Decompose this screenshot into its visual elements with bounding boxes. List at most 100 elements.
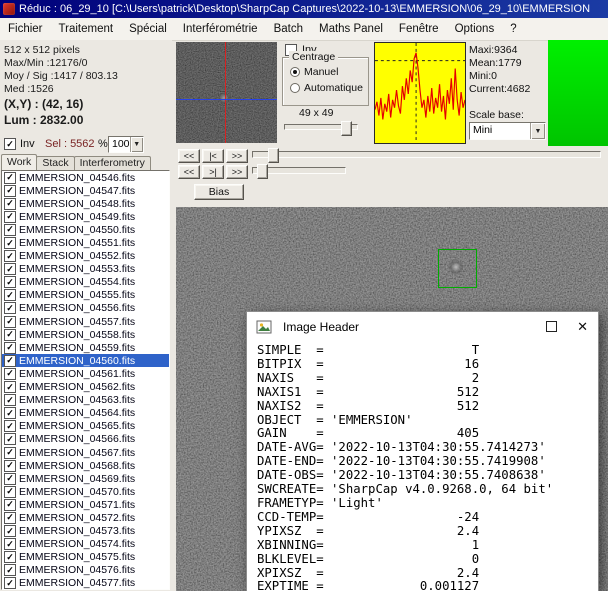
file-checkbox[interactable]: ✓ [4, 407, 16, 419]
scale-base-select[interactable]: Mini ▼ [469, 122, 546, 140]
frame-slider[interactable] [252, 151, 601, 158]
menu-item[interactable]: Traitement [51, 18, 122, 40]
file-row[interactable]: ✓EMMERSION_04572.fits [2, 511, 169, 524]
file-checkbox[interactable]: ✓ [4, 302, 16, 314]
menu-item[interactable]: Fenêtre [391, 18, 447, 40]
nav-button[interactable]: >> [226, 165, 248, 179]
file-checkbox[interactable]: ✓ [4, 525, 16, 537]
maximize-icon[interactable] [546, 321, 557, 332]
menu-item[interactable]: Options [447, 18, 503, 40]
menu-item[interactable]: Maths Panel [311, 18, 391, 40]
nav-button[interactable]: >> [226, 149, 248, 163]
file-row[interactable]: ✓EMMERSION_04571.fits [2, 498, 169, 511]
file-row[interactable]: ✓EMMERSION_04566.fits [2, 433, 169, 446]
file-row[interactable]: ✓EMMERSION_04565.fits [2, 420, 169, 433]
file-checkbox[interactable]: ✓ [4, 538, 16, 550]
dialog-titlebar[interactable]: Image Header ✕ [247, 312, 598, 341]
file-checkbox[interactable]: ✓ [4, 512, 16, 524]
file-checkbox[interactable]: ✓ [4, 394, 16, 406]
file-checkbox[interactable]: ✓ [4, 342, 16, 354]
file-row[interactable]: ✓EMMERSION_04556.fits [2, 302, 169, 315]
file-row[interactable]: ✓EMMERSION_04576.fits [2, 564, 169, 577]
box-size-slider[interactable] [284, 124, 358, 130]
preview-thumbnail[interactable] [176, 42, 277, 143]
secondary-slider[interactable] [252, 167, 346, 174]
file-checkbox[interactable]: ✓ [4, 316, 16, 328]
file-checkbox[interactable]: ✓ [4, 447, 16, 459]
nav-button[interactable]: << [178, 165, 200, 179]
file-row[interactable]: ✓EMMERSION_04562.fits [2, 381, 169, 394]
menu-item[interactable]: Spécial [121, 18, 175, 40]
file-row[interactable]: ✓EMMERSION_04561.fits [2, 367, 169, 380]
secondary-slider-thumb[interactable] [257, 164, 268, 179]
file-row[interactable]: ✓EMMERSION_04558.fits [2, 328, 169, 341]
file-row[interactable]: ✓EMMERSION_04559.fits [2, 341, 169, 354]
menu-item[interactable]: ? [502, 18, 524, 40]
file-row[interactable]: ✓EMMERSION_04551.fits [2, 236, 169, 249]
chevron-down-icon[interactable]: ▼ [130, 137, 143, 152]
file-checkbox[interactable]: ✓ [4, 172, 16, 184]
file-checkbox[interactable]: ✓ [4, 486, 16, 498]
file-row[interactable]: ✓EMMERSION_04552.fits [2, 250, 169, 263]
file-checkbox[interactable]: ✓ [4, 355, 16, 367]
file-checkbox[interactable]: ✓ [4, 250, 16, 262]
file-checkbox[interactable]: ✓ [4, 276, 16, 288]
file-row[interactable]: ✓EMMERSION_04573.fits [2, 525, 169, 538]
file-row[interactable]: ✓EMMERSION_04550.fits [2, 223, 169, 236]
file-row[interactable]: ✓EMMERSION_04563.fits [2, 394, 169, 407]
nav-button[interactable]: << [178, 149, 200, 163]
file-checkbox[interactable]: ✓ [4, 289, 16, 301]
file-checkbox[interactable]: ✓ [4, 211, 16, 223]
file-row[interactable]: ✓EMMERSION_04575.fits [2, 551, 169, 564]
file-checkbox[interactable]: ✓ [4, 198, 16, 210]
file-row[interactable]: ✓EMMERSION_04557.fits [2, 315, 169, 328]
radio-automatic-icon[interactable] [290, 83, 300, 93]
tab-stack[interactable]: Stack [36, 156, 74, 170]
file-row[interactable]: ✓EMMERSION_04577.fits [2, 577, 169, 590]
box-size-slider-thumb[interactable] [341, 121, 352, 136]
file-row[interactable]: ✓EMMERSION_04546.fits [2, 171, 169, 184]
file-checkbox[interactable]: ✓ [4, 577, 16, 589]
zoom-select[interactable]: 100 ▼ [108, 136, 144, 153]
file-checkbox[interactable]: ✓ [4, 433, 16, 445]
nav-button[interactable]: >| [202, 165, 224, 179]
file-checkbox[interactable]: ✓ [4, 551, 16, 563]
file-row[interactable]: ✓EMMERSION_04553.fits [2, 263, 169, 276]
file-row[interactable]: ✓EMMERSION_04555.fits [2, 289, 169, 302]
file-list[interactable]: ✓EMMERSION_04546.fits✓EMMERSION_04547.fi… [1, 170, 170, 590]
file-row[interactable]: ✓EMMERSION_04570.fits [2, 485, 169, 498]
menu-item[interactable]: Batch [266, 18, 311, 40]
file-checkbox[interactable]: ✓ [4, 381, 16, 393]
menu-item[interactable]: Interférométrie [175, 18, 266, 40]
file-checkbox[interactable]: ✓ [4, 329, 16, 341]
frame-slider-thumb[interactable] [268, 148, 279, 163]
file-row[interactable]: ✓EMMERSION_04560.fits [2, 354, 169, 367]
file-checkbox[interactable]: ✓ [4, 263, 16, 275]
file-checkbox[interactable]: ✓ [4, 368, 16, 380]
file-row[interactable]: ✓EMMERSION_04554.fits [2, 276, 169, 289]
file-checkbox[interactable]: ✓ [4, 564, 16, 576]
nav-button[interactable]: |< [202, 149, 224, 163]
radio-automatic[interactable]: Automatique [290, 82, 363, 94]
file-checkbox[interactable]: ✓ [4, 499, 16, 511]
file-checkbox[interactable]: ✓ [4, 224, 16, 236]
menu-item[interactable]: Fichier [0, 18, 51, 40]
file-checkbox[interactable]: ✓ [4, 237, 16, 249]
bias-button[interactable]: Bias [194, 184, 244, 200]
file-checkbox[interactable]: ✓ [4, 460, 16, 472]
file-row[interactable]: ✓EMMERSION_04547.fits [2, 184, 169, 197]
file-row[interactable]: ✓EMMERSION_04567.fits [2, 446, 169, 459]
tab-work[interactable]: Work [1, 154, 37, 170]
file-row[interactable]: ✓EMMERSION_04574.fits [2, 538, 169, 551]
tab-interferometry[interactable]: Interferometry [74, 156, 151, 170]
file-row[interactable]: ✓EMMERSION_04548.fits [2, 197, 169, 210]
file-row[interactable]: ✓EMMERSION_04569.fits [2, 472, 169, 485]
radio-manual-icon[interactable] [290, 67, 300, 77]
file-checkbox[interactable]: ✓ [4, 185, 16, 197]
radio-manual[interactable]: Manuel [290, 66, 338, 78]
file-row[interactable]: ✓EMMERSION_04564.fits [2, 407, 169, 420]
file-row[interactable]: ✓EMMERSION_04568.fits [2, 459, 169, 472]
file-row[interactable]: ✓EMMERSION_04549.fits [2, 210, 169, 223]
inv-checkbox[interactable]: ✓ [4, 138, 16, 150]
file-checkbox[interactable]: ✓ [4, 473, 16, 485]
